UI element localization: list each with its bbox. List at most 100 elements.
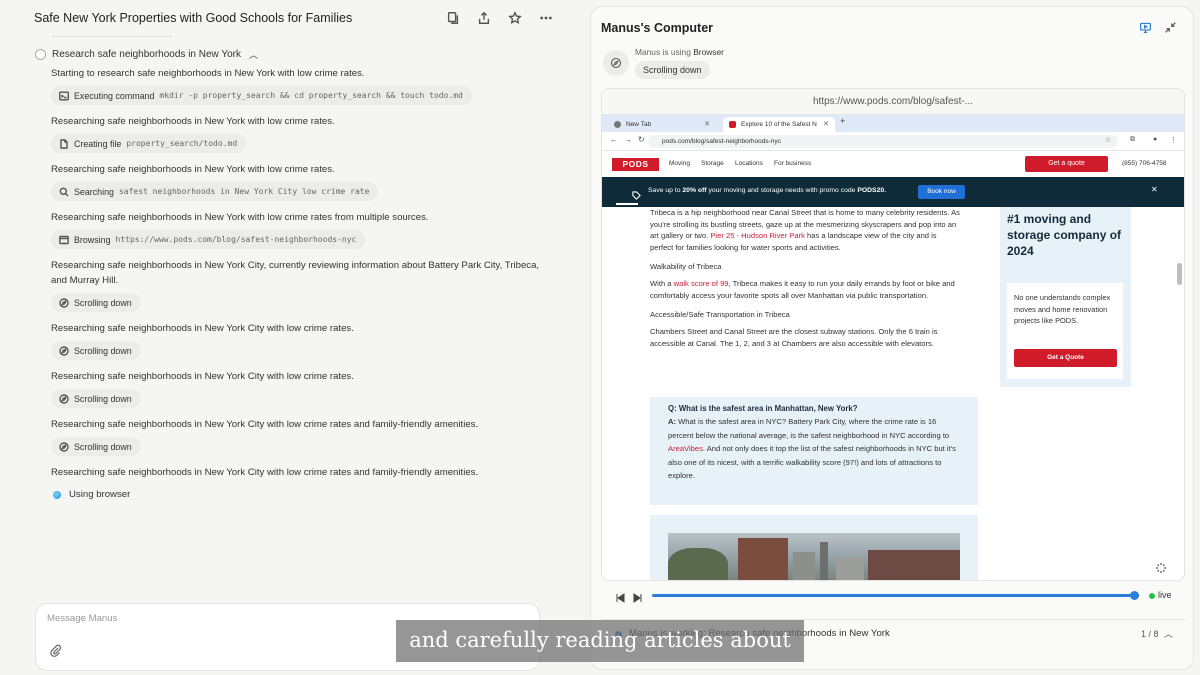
article-paragraph: Tribeca is a hip neighborhood near Canal… bbox=[650, 208, 960, 252]
walk-score-link[interactable]: walk score of 99 bbox=[674, 279, 729, 288]
nav-business[interactable]: For business bbox=[774, 160, 811, 167]
promo-text: Save up to 20% off your moving and stora… bbox=[648, 187, 887, 194]
playback-bar: live bbox=[601, 585, 1185, 607]
tool-chip[interactable]: Executing command mkdir -p property_searc… bbox=[51, 86, 472, 105]
activity-log: Starting to research safe neighborhoods … bbox=[51, 66, 551, 500]
compass-icon bbox=[603, 50, 629, 76]
log-message: Starting to research safe neighborhoods … bbox=[51, 68, 365, 79]
log-message: Researching safe neighborhoods in New Yo… bbox=[51, 467, 479, 478]
tool-chip-label: Scrolling down bbox=[74, 441, 132, 452]
promo-underline bbox=[616, 203, 638, 205]
log-message: Researching safe neighborhoods in New Yo… bbox=[51, 164, 335, 175]
attach-icon[interactable] bbox=[49, 644, 62, 657]
star-icon[interactable] bbox=[506, 9, 523, 26]
reload-icon[interactable]: ↻ bbox=[638, 135, 645, 144]
playback-track[interactable] bbox=[652, 594, 1139, 597]
tab-new[interactable]: New Tab ✕ bbox=[608, 117, 716, 132]
faq-answer: A: What is the safest area in NYC? Batte… bbox=[668, 417, 956, 480]
faq-box: Q: What is the safest area in Manhattan,… bbox=[650, 397, 978, 505]
new-tab-icon[interactable]: + bbox=[840, 116, 845, 126]
playback-knob[interactable] bbox=[1130, 591, 1140, 600]
chat-pane: Safe New York Properties with Good Schoo… bbox=[0, 0, 590, 675]
tool-chip-label: Scrolling down bbox=[74, 297, 132, 308]
live-label[interactable]: live bbox=[1158, 590, 1172, 600]
skip-back-icon[interactable] bbox=[615, 590, 625, 603]
video-caption: and carefully reading articles about bbox=[396, 620, 804, 662]
forward-icon[interactable]: → bbox=[624, 135, 632, 144]
compass-icon bbox=[59, 297, 69, 308]
ad-get-quote-button[interactable]: Get a Quote bbox=[1014, 349, 1117, 367]
close-icon[interactable]: ✕ bbox=[1151, 185, 1158, 194]
log-message: Researching safe neighborhoods in New Yo… bbox=[51, 212, 429, 223]
tool-chip[interactable]: Scrolling down bbox=[51, 389, 141, 408]
more-icon[interactable] bbox=[537, 9, 554, 26]
pods-logo[interactable]: PODS bbox=[612, 158, 659, 171]
chat-header: Safe New York Properties with Good Schoo… bbox=[34, 9, 554, 27]
promo-banner: Save up to 20% off your moving and stora… bbox=[602, 177, 1184, 207]
ad-body: No one understands complex moves and hom… bbox=[1014, 293, 1111, 325]
live-indicator bbox=[1149, 593, 1155, 599]
share-icon[interactable] bbox=[475, 9, 492, 26]
pods-nav: PODS Moving Storage Locations For busine… bbox=[602, 151, 1184, 177]
menu-icon[interactable]: ⋮ bbox=[1170, 136, 1177, 144]
tool-chip-label: Searching bbox=[74, 186, 114, 197]
log-message: Researching safe neighborhoods in New Yo… bbox=[51, 419, 479, 430]
tool-chip-argument: property_search/todo.md bbox=[126, 139, 238, 148]
files-icon[interactable] bbox=[444, 9, 461, 26]
tool-chip[interactable]: Browsing https://www.pods.com/blog/safest… bbox=[51, 230, 366, 249]
task-title: Safe New York Properties with Good Schoo… bbox=[34, 11, 353, 25]
areavibes-link[interactable]: AreaVibes bbox=[668, 444, 703, 453]
ad-headline: #1 moving and storage company of 2024 bbox=[1007, 212, 1122, 258]
get-quote-button[interactable]: Get a quote bbox=[1025, 156, 1108, 172]
tool-chip-label: Browsing bbox=[74, 234, 111, 245]
task-step-header[interactable]: Research safe neighborhoods in New York … bbox=[35, 48, 258, 61]
nav-locations[interactable]: Locations bbox=[735, 160, 763, 167]
skip-forward-icon[interactable] bbox=[633, 590, 643, 603]
loading-icon bbox=[1155, 561, 1167, 573]
article-paragraph: With a walk score of 99, Tribeca makes i… bbox=[650, 279, 955, 300]
step-title: Research safe neighborhoods in New York bbox=[52, 49, 242, 60]
tab-strip: New Tab ✕ Explore 10 of the Safest N ✕ + bbox=[602, 115, 1184, 132]
tool-chip[interactable]: Searching safest neighborhoods in New Yor… bbox=[51, 182, 379, 201]
screen-icon[interactable] bbox=[1139, 21, 1152, 39]
tool-chip[interactable]: Scrolling down bbox=[51, 293, 141, 312]
pier-25-link[interactable]: Pier 25 - Hudson River Park bbox=[710, 231, 805, 240]
log-message: Researching safe neighborhoods in New Yo… bbox=[51, 260, 540, 286]
scrollbar-thumb[interactable] bbox=[1177, 263, 1182, 285]
using-label: Using browser bbox=[69, 489, 131, 500]
message-input[interactable] bbox=[47, 613, 347, 624]
collapse-icon[interactable] bbox=[1164, 21, 1177, 39]
tool-chip-label: Scrolling down bbox=[74, 393, 132, 404]
tool-chip[interactable]: Scrolling down bbox=[51, 341, 141, 360]
chevron-up-icon[interactable]: ︿ bbox=[1164, 627, 1173, 640]
browser-screenshot[interactable]: New Tab ✕ Explore 10 of the Safest N ✕ + ←… bbox=[602, 115, 1184, 580]
divider bbox=[52, 36, 172, 37]
article-paragraph: Chambers Street and Canal Street are the… bbox=[650, 327, 938, 348]
article-body: Tribeca is a hip neighborhood near Canal… bbox=[650, 207, 960, 349]
nav-storage[interactable]: Storage bbox=[701, 160, 724, 167]
nav-moving[interactable]: Moving bbox=[669, 160, 690, 167]
tool-chip-argument: mkdir -p property_search && cd property_… bbox=[159, 91, 463, 100]
tool-chip[interactable]: Creating file property_search/todo.md bbox=[51, 134, 247, 153]
book-now-button[interactable]: Book now bbox=[918, 185, 965, 199]
extensions-icon[interactable]: ⧉ bbox=[1130, 136, 1135, 144]
article-heading: Accessible/Safe Transportation in Tribec… bbox=[650, 310, 790, 319]
log-message: Researching safe neighborhoods in New Yo… bbox=[51, 371, 354, 382]
back-icon[interactable]: ← bbox=[610, 135, 618, 144]
photo-box bbox=[650, 515, 978, 580]
tab-pods[interactable]: Explore 10 of the Safest N ✕ bbox=[723, 117, 835, 132]
search-icon bbox=[59, 187, 69, 197]
article-heading: Walkability of Tribeca bbox=[650, 262, 722, 271]
phone-number[interactable]: (855) 706-4758 bbox=[1122, 160, 1166, 167]
browser-viewer: https://www.pods.com/blog/safest-... New… bbox=[601, 88, 1185, 581]
log-message: Researching safe neighborhoods in New Yo… bbox=[51, 323, 354, 334]
using-browser-status: Using browser bbox=[53, 489, 551, 500]
address-row: ← → ↻ pods.com/blog/safest-neighborhoods… bbox=[602, 132, 1184, 151]
profile-icon[interactable]: ● bbox=[1153, 136, 1157, 143]
address-bar[interactable]: pods.com/blog/safest-neighborhoods-nyc bbox=[648, 135, 1118, 148]
tool-chip-argument: https://www.pods.com/blog/safest-neighbo… bbox=[115, 235, 357, 244]
status-chip: Scrolling down bbox=[635, 61, 710, 79]
chevron-up-icon[interactable]: ︿ bbox=[249, 48, 258, 61]
tool-chip[interactable]: Scrolling down bbox=[51, 437, 141, 456]
bookmark-star-icon[interactable]: ☆ bbox=[1105, 136, 1111, 144]
